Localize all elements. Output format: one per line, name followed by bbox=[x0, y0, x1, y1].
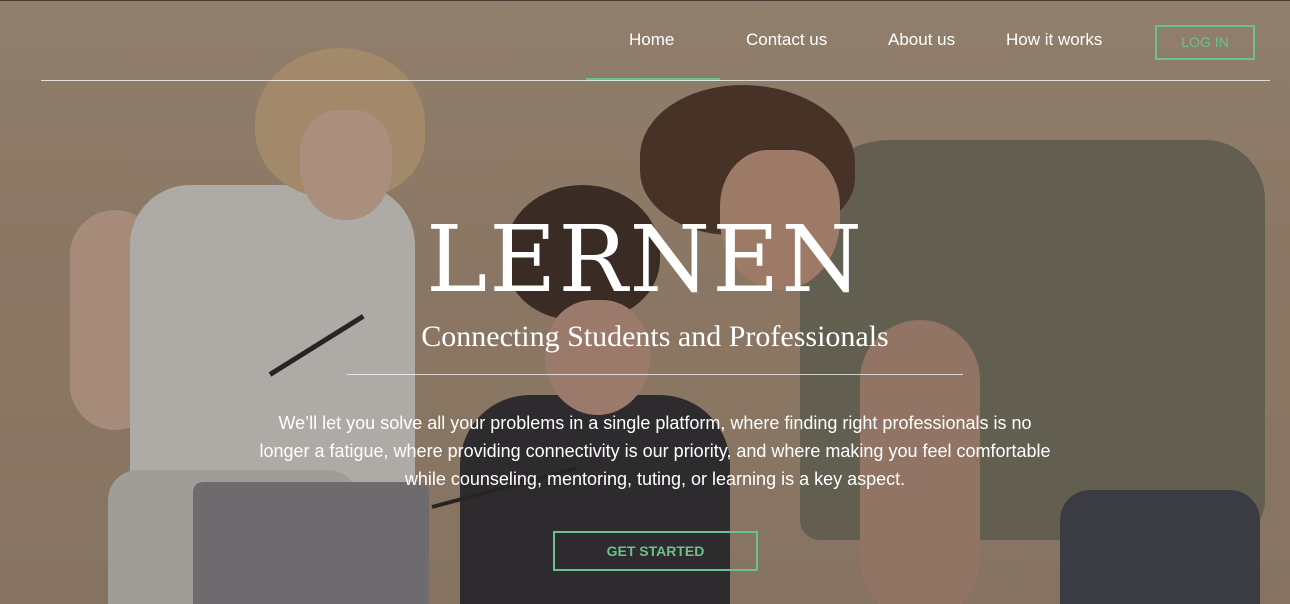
nav-item-contact-us[interactable]: Contact us bbox=[746, 30, 827, 50]
nav-item-about-us[interactable]: About us bbox=[888, 30, 955, 50]
brand-title: LERNEN bbox=[426, 206, 864, 313]
get-started-button[interactable]: GET STARTED bbox=[553, 531, 758, 571]
nav-item-how-it-works[interactable]: How it works bbox=[1006, 30, 1102, 50]
login-button[interactable]: LOG IN bbox=[1155, 25, 1255, 60]
hero-section: Home Contact us About us How it works LO… bbox=[0, 0, 1290, 604]
nav-divider bbox=[41, 80, 1270, 81]
nav-item-home[interactable]: Home bbox=[629, 30, 674, 50]
hero-divider bbox=[347, 374, 963, 375]
hero-tagline: Connecting Students and Professionals bbox=[421, 320, 889, 353]
hero-description: We’ll let you solve all your problems in… bbox=[259, 413, 1051, 489]
